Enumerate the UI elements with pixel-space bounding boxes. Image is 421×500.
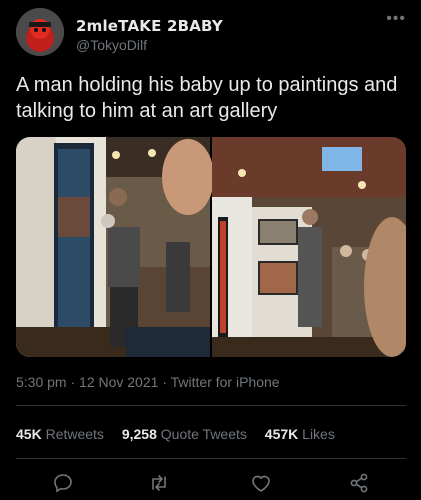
quotes-stat[interactable]: 9,258 Quote Tweets xyxy=(122,426,247,442)
divider xyxy=(16,405,406,406)
retweets-label: Retweets xyxy=(45,426,104,442)
share-icon[interactable] xyxy=(346,470,372,496)
divider xyxy=(16,458,406,459)
display-name[interactable]: 2mleTAKE 2BABY xyxy=(76,17,223,35)
tweet-actions xyxy=(16,470,406,496)
retweet-icon[interactable] xyxy=(146,470,172,496)
retweets-count: 45K xyxy=(16,426,42,442)
tweet-media[interactable] xyxy=(16,137,406,357)
quotes-count: 9,258 xyxy=(121,426,157,442)
more-icon[interactable]: ••• xyxy=(386,10,406,28)
reply-icon[interactable] xyxy=(50,470,76,496)
tweet-header: 2mleTAKE 2BABY @TokyoDilf ••• xyxy=(16,8,406,58)
tweet-meta: 5:30 pm · 12 Nov 2021 · Twitter for iPho… xyxy=(16,374,280,390)
like-icon[interactable] xyxy=(248,470,274,496)
retweets-stat[interactable]: 45K Retweets xyxy=(16,426,104,442)
tweet-source[interactable]: Twitter for iPhone xyxy=(171,374,280,390)
meta-separator: · xyxy=(162,374,171,390)
timestamp[interactable]: 5:30 pm · 12 Nov 2021 xyxy=(16,374,158,390)
likes-stat[interactable]: 457K Likes xyxy=(265,426,335,442)
photo-right xyxy=(212,137,406,357)
tweet-stats: 45K Retweets 9,258 Quote Tweets 457K Lik… xyxy=(16,426,349,442)
quotes-label: Quote Tweets xyxy=(160,426,247,442)
tweet-text: A man holding his baby up to paintings a… xyxy=(16,74,398,122)
photo-left xyxy=(16,137,214,357)
user-handle[interactable]: @TokyoDilf xyxy=(76,37,147,53)
avatar[interactable] xyxy=(16,8,64,56)
likes-count: 457K xyxy=(264,426,299,442)
likes-label: Likes xyxy=(302,426,335,442)
